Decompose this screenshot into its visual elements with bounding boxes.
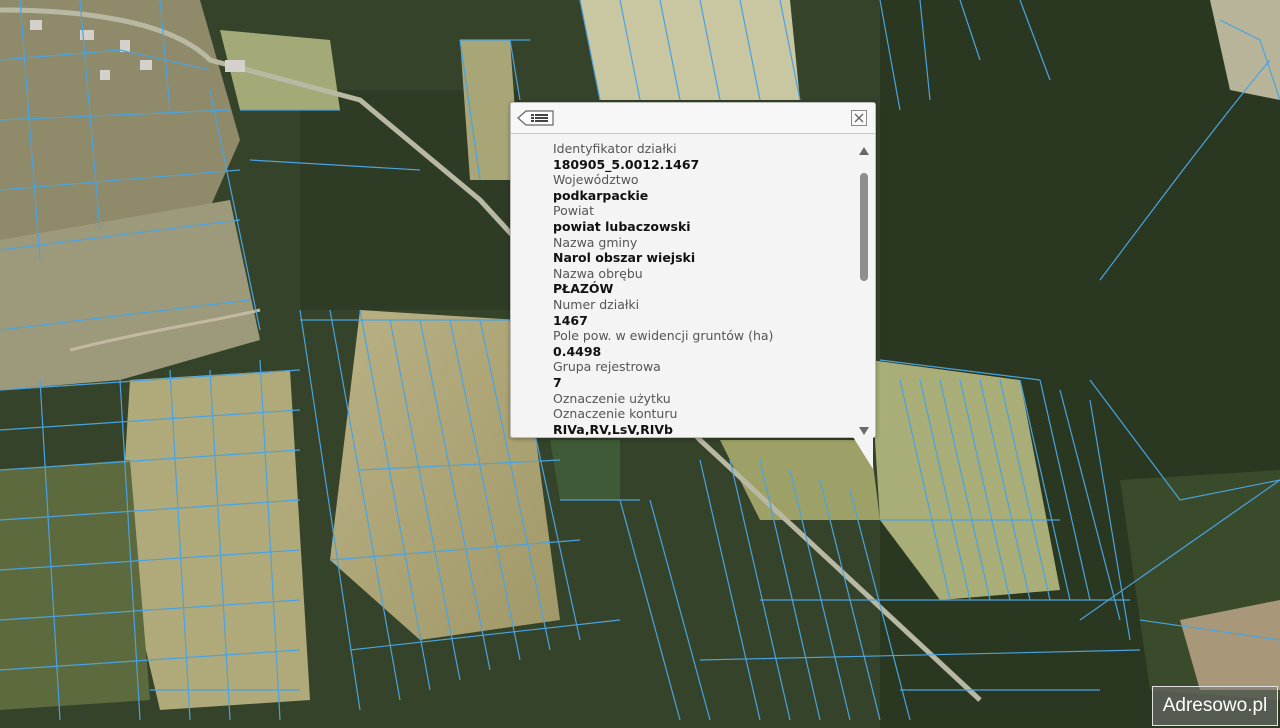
parcel-attributes: Identyfikator działki 180905_5.0012.1467… (553, 141, 853, 435)
field-value: 1467 (553, 312, 588, 328)
parcel-info-popup: Identyfikator działki 180905_5.0012.1467… (510, 102, 876, 438)
field-value: Narol obszar wiejski (553, 250, 696, 266)
scroll-up-arrow-icon[interactable] (858, 141, 870, 155)
field-label: Województwo (553, 172, 639, 188)
watermark: Adresowo.pl (1152, 686, 1278, 726)
field-value: PŁAZÓW (553, 281, 614, 297)
popup-pointer (853, 437, 873, 469)
popup-scrollbar[interactable] (857, 139, 871, 435)
popup-header (511, 103, 875, 134)
scroll-down-arrow-icon[interactable] (858, 421, 870, 435)
field-label: Oznaczenie użytku (553, 390, 671, 406)
field-southwest (120, 370, 310, 710)
field-label: Identyfikator działki (553, 141, 677, 156)
field-value: podkarpackie (553, 187, 649, 203)
field-label: Nazwa obrębu (553, 265, 643, 281)
field-label: Powiat (553, 203, 594, 219)
field-north (580, 0, 800, 100)
field-label: Pole pow. w ewidencji gruntów (ha) (553, 328, 774, 344)
field-green-patch (550, 440, 620, 500)
close-icon[interactable] (851, 110, 867, 126)
back-list-icon[interactable] (517, 109, 555, 127)
field-label: Oznaczenie konturu (553, 406, 678, 422)
field-value: 180905_5.0012.1467 (553, 156, 700, 172)
field-label: Grupa rejestrowa (553, 359, 661, 375)
field-label: Numer działki (553, 296, 640, 312)
field-value: 0.4498 (553, 343, 602, 359)
field-value: RIVa,RV,LsV,RIVb (553, 421, 674, 435)
field-label: Nazwa gminy (553, 234, 638, 250)
field-value: powiat lubaczowski (553, 218, 691, 234)
scroll-thumb[interactable] (860, 173, 868, 281)
field-value: 7 (553, 374, 562, 390)
